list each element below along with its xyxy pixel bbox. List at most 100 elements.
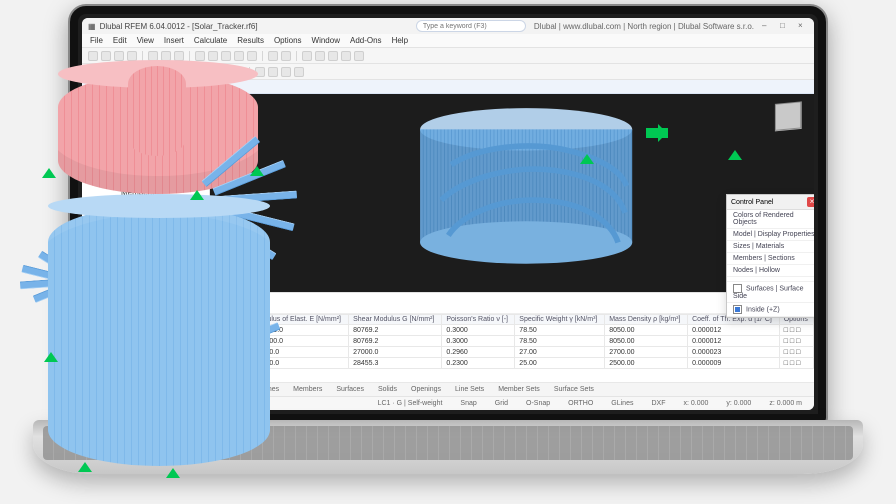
table-row[interactable]: 1SteelIsotropic | Linear Elastic210000.0… xyxy=(83,325,814,336)
navigator-tab-data[interactable]: Data xyxy=(82,279,114,292)
toolbar-button[interactable] xyxy=(234,67,244,77)
toolbar-button[interactable] xyxy=(127,67,137,77)
toolbar-button[interactable] xyxy=(208,67,218,77)
navigator-tab-results[interactable]: Results xyxy=(177,279,209,292)
status-cell[interactable]: y: 0.000 xyxy=(722,400,755,407)
tree-item[interactable]: Line Supports xyxy=(84,242,207,253)
col-header[interactable] xyxy=(83,315,108,325)
col-header[interactable]: Material Name xyxy=(107,315,163,325)
status-cell[interactable]: Snap xyxy=(456,400,480,407)
toolbar-button[interactable] xyxy=(268,51,278,61)
status-cell[interactable]: z: 0.000 m xyxy=(765,400,806,407)
disclosure-icon[interactable]: + xyxy=(98,266,105,273)
status-cell[interactable]: GLines xyxy=(607,400,637,407)
toolbar-button[interactable] xyxy=(247,51,257,61)
status-cell[interactable]: ORTHO xyxy=(564,400,597,407)
menu-insert[interactable]: Insert xyxy=(164,36,184,45)
disclosure-icon[interactable]: − xyxy=(88,112,95,119)
tree-item[interactable]: Sections xyxy=(84,165,207,176)
col-header[interactable]: Shear Modulus G [N/mm²] xyxy=(349,315,442,325)
toolbar-button[interactable] xyxy=(221,67,231,77)
dock-tab[interactable]: Members xyxy=(287,383,328,396)
menu-results[interactable]: Results xyxy=(237,36,264,45)
col-header[interactable]: Mass Density ρ [kg/m³] xyxy=(605,315,688,325)
view-cube[interactable] xyxy=(775,101,803,133)
dock-tab[interactable]: Materials xyxy=(86,383,126,396)
dock-tab[interactable]: Line Sets xyxy=(449,383,490,396)
dock-tab[interactable]: Sections xyxy=(128,383,167,396)
dock-tab[interactable]: Member Sets xyxy=(492,383,546,396)
toolbar-button[interactable] xyxy=(341,51,351,61)
table-row[interactable]: 3AluminumIsotropic | Linear Elastic70000… xyxy=(83,347,814,358)
toolbar-button[interactable] xyxy=(354,51,364,61)
tree-item[interactable]: −Solar_Tracker.rf6 xyxy=(84,110,207,121)
menu-edit[interactable]: Edit xyxy=(113,36,127,45)
tree-item[interactable]: Openings xyxy=(84,220,207,231)
tree-item[interactable]: +Loads xyxy=(84,264,207,275)
dock-tab[interactable]: Openings xyxy=(405,383,447,396)
status-cell[interactable]: x: 0.000 xyxy=(679,400,712,407)
toolbar-button[interactable] xyxy=(148,67,158,77)
3d-viewport[interactable] xyxy=(210,94,814,292)
control-panel-row[interactable]: Surfaces | Surface Side xyxy=(727,282,814,303)
toolbar-button[interactable] xyxy=(294,67,304,77)
col-header[interactable]: Modulus of Elast. E [N/mm²] xyxy=(249,315,348,325)
tree-item[interactable]: Lines xyxy=(84,143,207,154)
tree-item[interactable]: Solids xyxy=(84,209,207,220)
toolbar-button[interactable] xyxy=(255,67,265,77)
tree-item[interactable]: Surfaces xyxy=(84,198,207,209)
menu-help[interactable]: Help xyxy=(392,36,408,45)
toolbar-button[interactable] xyxy=(208,51,218,61)
navigator-tree[interactable]: −Solar_Tracker.rf6−ModelNodesLinesMateri… xyxy=(82,108,209,278)
menu-options[interactable]: Options xyxy=(274,36,302,45)
tree-item[interactable]: Thicknesses xyxy=(84,176,207,187)
tree-item[interactable]: Members xyxy=(84,187,207,198)
status-cell[interactable]: Grid xyxy=(491,400,512,407)
toolbar-button[interactable] xyxy=(315,51,325,61)
toolbar-button[interactable] xyxy=(234,51,244,61)
dock-tab[interactable]: Lines xyxy=(256,383,285,396)
toolbar-button[interactable] xyxy=(161,67,171,77)
dock-tab[interactable]: Nodes xyxy=(222,383,254,396)
toolbar-button[interactable] xyxy=(114,67,124,77)
materials-table[interactable]: Material NameMaterial ModelModulus of El… xyxy=(82,314,814,382)
minimize-button[interactable]: – xyxy=(762,21,772,31)
table-row[interactable]: 4GlassIsotropic | Linear Elastic70000.02… xyxy=(83,358,814,369)
menu-add-ons[interactable]: Add-Ons xyxy=(350,36,382,45)
maximize-button[interactable]: □ xyxy=(780,21,790,31)
toolbar-button[interactable] xyxy=(127,51,137,61)
toolbar-button[interactable] xyxy=(328,51,338,61)
toolbar-button[interactable] xyxy=(302,51,312,61)
disclosure-icon[interactable]: − xyxy=(98,123,105,130)
close-icon[interactable]: × xyxy=(807,197,814,207)
dock-tab[interactable]: Surfaces xyxy=(330,383,370,396)
status-cell[interactable]: O-Snap xyxy=(522,400,554,407)
toolbar-button[interactable] xyxy=(101,67,111,77)
header-link[interactable]: Dlubal | www.dlubal.com | North region |… xyxy=(534,22,754,31)
tree-item[interactable]: Nodes xyxy=(84,132,207,143)
menu-calculate[interactable]: Calculate xyxy=(194,36,227,45)
col-header[interactable]: Specific Weight γ [kN/m³] xyxy=(515,315,605,325)
dock-tab[interactable]: Surface Sets xyxy=(548,383,600,396)
search-input[interactable] xyxy=(416,20,526,32)
navigator-tab-display[interactable]: Display xyxy=(114,279,146,292)
toolbar-button[interactable] xyxy=(88,67,98,77)
close-button[interactable]: × xyxy=(798,21,808,31)
tree-item[interactable]: −Model xyxy=(84,121,207,132)
toolbar-button[interactable] xyxy=(195,51,205,61)
toolbar-button[interactable] xyxy=(268,67,278,77)
toolbar-button[interactable] xyxy=(174,67,184,77)
toolbar-button[interactable] xyxy=(114,51,124,61)
dock-tab[interactable]: Solids xyxy=(372,383,403,396)
menu-window[interactable]: Window xyxy=(312,36,340,45)
toolbar-button[interactable] xyxy=(174,51,184,61)
toolbar-button[interactable] xyxy=(161,51,171,61)
toolbar-button[interactable] xyxy=(281,51,291,61)
control-panel-row[interactable]: Inside (+Z) xyxy=(727,303,814,317)
menu-file[interactable]: File xyxy=(90,36,103,45)
col-header[interactable]: Poisson's Ratio ν [-] xyxy=(442,315,515,325)
dock-tab[interactable]: Thicknesses xyxy=(169,383,220,396)
status-cell[interactable]: LC1 · G | Self-weight xyxy=(374,400,447,407)
tree-item[interactable]: +Load Cases & Combinations xyxy=(84,253,207,264)
table-row[interactable]: 2SteelIsotropic | Linear Elastic210000.0… xyxy=(83,336,814,347)
